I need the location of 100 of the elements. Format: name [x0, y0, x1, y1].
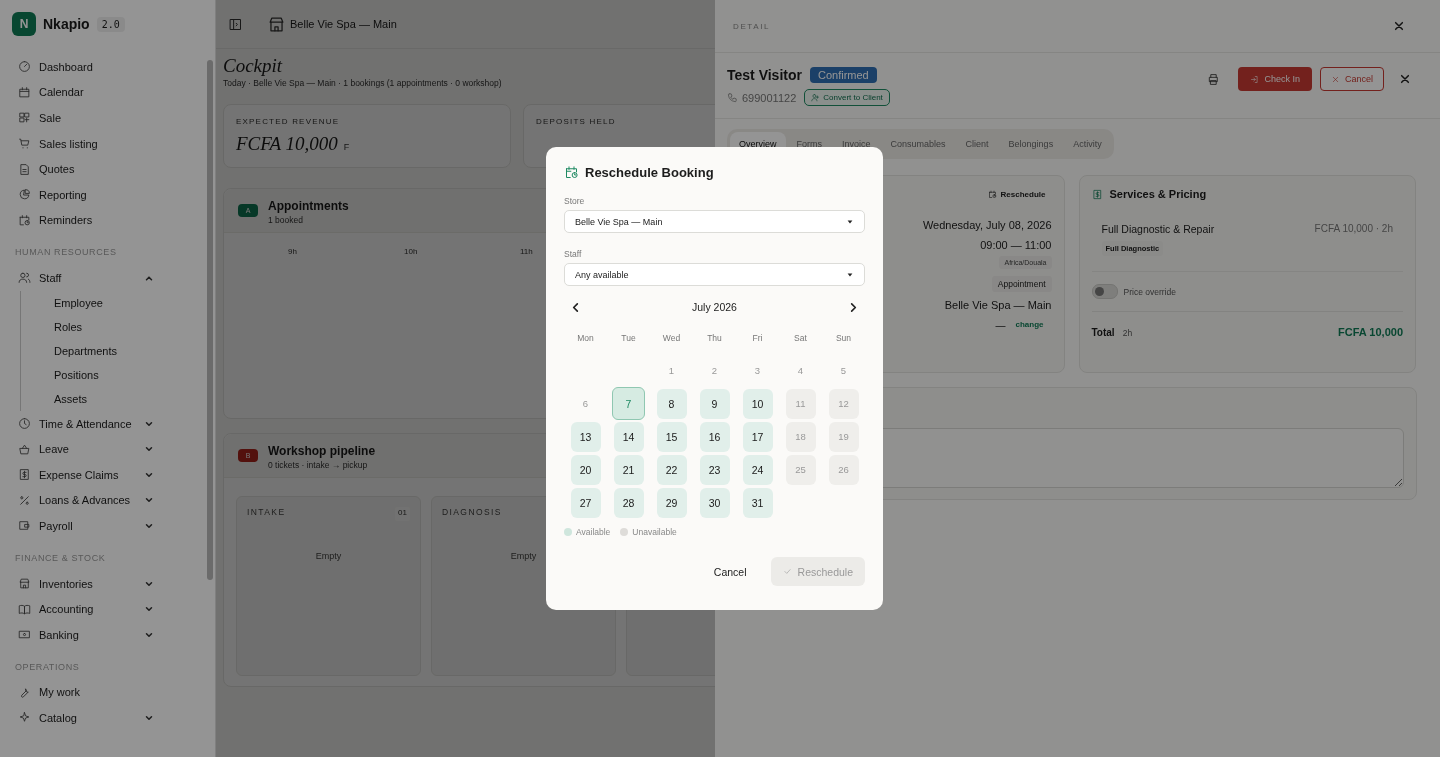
store-select[interactable]: Belle Vie Spa — Main — [564, 210, 865, 233]
tab[interactable]: Activity — [1064, 132, 1111, 156]
grid-icon — [18, 111, 31, 125]
booking-date: Wednesday, July 08, 2026 — [922, 219, 1052, 231]
calendar-day: 12 — [828, 388, 859, 419]
nav-item[interactable]: Time & Attendance — [18, 410, 154, 437]
calendar-day[interactable]: 9 — [699, 388, 730, 419]
close-icon[interactable] — [1394, 21, 1404, 31]
nav-subitem[interactable]: Roles — [54, 314, 215, 339]
tab[interactable]: Belongings — [999, 132, 1063, 156]
staff-select[interactable]: Any available — [564, 263, 865, 286]
nav-item[interactable]: Quotes — [18, 156, 154, 182]
nav-item[interactable]: Reporting — [18, 181, 154, 208]
calendar-day[interactable]: 16 — [699, 421, 730, 452]
phone-icon — [727, 92, 738, 103]
cancel-button[interactable]: Cancel — [1320, 67, 1384, 91]
nav-subitem[interactable]: Assets — [54, 386, 215, 411]
nav-item[interactable]: Catalog — [18, 705, 154, 731]
weekday-label: Mon — [576, 332, 595, 343]
hour-label: 10h — [404, 247, 419, 256]
calendar-day[interactable]: 20 — [570, 454, 601, 485]
wallet-icon — [18, 519, 31, 533]
previous-month-icon[interactable] — [570, 301, 581, 313]
reschedule-button[interactable]: Reschedule — [981, 190, 1052, 199]
calendar-day[interactable]: 27 — [570, 487, 601, 518]
next-month-icon[interactable] — [848, 301, 859, 313]
booking-type-tag: Appointment — [991, 276, 1052, 292]
nav-item[interactable]: Sale — [18, 105, 154, 131]
clock-icon — [18, 417, 31, 431]
close-icon[interactable] — [1400, 74, 1410, 84]
nav-item[interactable]: Leave — [18, 436, 154, 462]
nav-item[interactable]: My work — [18, 679, 154, 706]
caret-icon — [846, 270, 854, 279]
calendar-day[interactable]: 15 — [656, 421, 687, 452]
check-in-button[interactable]: Check In — [1238, 67, 1312, 91]
nav-item[interactable]: Staff — [18, 265, 154, 291]
weekday-label: Thu — [706, 332, 723, 343]
change-link[interactable]: change — [1015, 320, 1044, 331]
tab[interactable]: Client — [956, 132, 998, 156]
panel-title: Workshop pipeline — [268, 444, 376, 458]
nav-item[interactable]: Dashboard — [18, 54, 154, 80]
nav-subitem[interactable]: Departments — [54, 338, 215, 363]
nav-item[interactable]: Reminders — [18, 207, 154, 234]
hour-label: 11h — [520, 247, 534, 256]
close-icon — [1331, 74, 1340, 84]
calendar-day[interactable]: 31 — [742, 487, 773, 518]
nav-subitem[interactable]: Positions — [54, 362, 215, 387]
page-subtitle: Today · Belle Vie Spa — Main · 1 bookings (1 appointments · 0 workshop) — [223, 78, 502, 88]
calendar-day[interactable]: 21 — [613, 454, 644, 485]
visitor-name: Test Visitor — [727, 67, 802, 83]
panel-subtitle: 1 booked — [268, 215, 304, 225]
calendar-day[interactable]: 29 — [656, 487, 687, 518]
store-icon — [18, 577, 31, 590]
section-heading: OPERATIONS — [15, 660, 81, 674]
print-icon[interactable] — [1207, 72, 1221, 86]
calendar-day[interactable]: 30 — [699, 487, 730, 518]
cart-icon — [18, 137, 31, 151]
nav-item[interactable]: Calendar — [18, 79, 154, 106]
field-label: Staff — [564, 249, 583, 259]
legend-label: Available — [576, 527, 611, 537]
version-badge: 2.0 — [96, 16, 125, 32]
nav-item[interactable]: Accounting — [18, 596, 154, 622]
calendar-day[interactable]: 23 — [699, 454, 730, 485]
service-price: FCFA 10,000 · 2h — [1314, 223, 1393, 235]
calendar-day[interactable]: 8 — [656, 388, 687, 419]
nav-item[interactable]: Expense Claims — [18, 461, 154, 488]
convert-to-client-button[interactable]: Convert to Client — [804, 89, 890, 106]
toggle-label: Price override — [1123, 286, 1176, 297]
calendar-day[interactable]: 10 — [742, 388, 773, 419]
toggle-switch[interactable] — [1091, 284, 1118, 299]
calendar-day[interactable]: 28 — [613, 487, 644, 518]
weekday-label: Fri — [751, 332, 764, 343]
nav-item[interactable]: Inventories — [18, 570, 154, 597]
calendar-day[interactable]: 14 — [613, 421, 644, 452]
nav-item[interactable]: Payroll — [18, 513, 154, 539]
sidebar-toggle-icon[interactable] — [228, 16, 243, 32]
calendar-day[interactable]: 13 — [570, 421, 601, 452]
calendar-day: 5 — [828, 355, 859, 386]
cancel-button[interactable]: Cancel — [707, 564, 753, 579]
panel-title: Appointments — [268, 199, 349, 213]
stat-unit: F — [343, 142, 350, 152]
calendar-day[interactable]: 22 — [656, 454, 687, 485]
calendar-day: 25 — [785, 454, 816, 485]
calendar-day: 1 — [656, 355, 687, 386]
nav-item[interactable]: Sales listing — [18, 130, 154, 157]
tab[interactable]: Consumables — [881, 132, 955, 156]
calendar-day[interactable]: 7 — [612, 387, 645, 420]
calendar-day[interactable]: 17 — [742, 421, 773, 452]
tab[interactable]: Invoice — [833, 132, 880, 156]
nav-subitem[interactable]: Employee — [54, 290, 215, 315]
total-label: Total — [1091, 327, 1115, 338]
nav-item[interactable]: Banking — [18, 621, 154, 648]
calendar-day[interactable]: 24 — [742, 454, 773, 485]
nav-item[interactable]: Loans & Advances — [18, 487, 154, 514]
scrollbar[interactable] — [207, 60, 213, 580]
tab[interactable]: Forms — [787, 132, 831, 156]
calendar-icon — [18, 85, 31, 99]
weekday-label: Wed — [661, 332, 682, 343]
store-name: Belle Vie Spa — Main — [290, 18, 397, 30]
check-icon — [782, 567, 792, 576]
